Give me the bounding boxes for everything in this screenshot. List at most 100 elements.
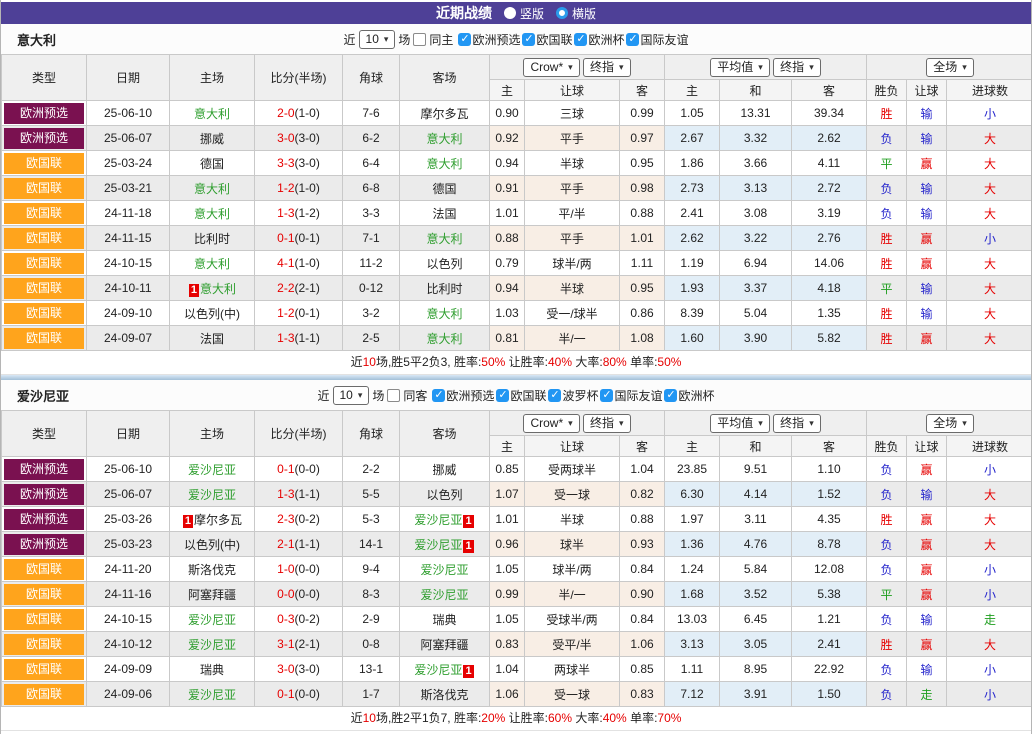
rounds-select[interactable]: 10▾ <box>359 30 396 49</box>
away-team-name: 法国 <box>432 207 456 221</box>
avg-home-cell: 2.67 <box>665 126 720 151</box>
odds-handicap-cell: 半球 <box>525 276 620 301</box>
summary-segment: 近 <box>351 711 363 725</box>
fulltime-score: 1-2 <box>277 306 294 320</box>
league-filter[interactable]: ✓欧洲预选 <box>458 31 520 48</box>
league-filter-label: 国际友谊 <box>640 31 688 48</box>
result-goals-cell: 小 <box>947 557 1032 582</box>
avg-away-cell: 1.10 <box>792 457 867 482</box>
odds-handicap-cell: 受平/半 <box>525 632 620 657</box>
same-venue-checkbox[interactable] <box>413 33 426 46</box>
corners-cell: 1-7 <box>343 682 400 707</box>
checkbox-checked-icon[interactable]: ✓ <box>574 33 587 46</box>
radio-icon[interactable] <box>504 7 516 19</box>
league-filter[interactable]: ✓欧洲预选 <box>432 387 494 404</box>
odds-away-cell: 1.08 <box>620 326 665 351</box>
checkbox-checked-icon[interactable]: ✓ <box>548 389 561 402</box>
odds-away-cell: 0.86 <box>620 301 665 326</box>
league-type-badge: 欧国联 <box>4 278 84 299</box>
avg-away-cell: 1.21 <box>792 607 867 632</box>
avg-home-cell: 2.62 <box>665 226 720 251</box>
rounds-select[interactable]: 10▾ <box>333 386 370 405</box>
summary-segment: 10 <box>363 355 376 369</box>
checkbox-checked-icon[interactable]: ✓ <box>496 389 509 402</box>
col-result-goals: 进球数 <box>947 80 1032 101</box>
fulltime-score: 1-3 <box>277 331 294 345</box>
home-team-name: 意大利 <box>194 207 230 221</box>
checkbox-checked-icon[interactable]: ✓ <box>432 389 445 402</box>
average-select[interactable]: 平均值▾ <box>710 58 770 77</box>
near-label: 近 <box>344 31 356 48</box>
horizontal-layout-radio[interactable]: 横版 <box>556 5 596 22</box>
home-team-cell: 爱沙尼亚 <box>170 632 255 657</box>
match-row: 欧国联 24-10-15 爱沙尼亚 0-3(0-2) 2-9 瑞典 1.05 受… <box>2 607 1032 632</box>
result-wdl-cell: 负 <box>867 657 907 682</box>
same-venue-checkbox[interactable] <box>387 389 400 402</box>
league-filter[interactable]: ✓国际友谊 <box>626 31 688 48</box>
result-handicap-cell: 走 <box>907 682 947 707</box>
checkbox-checked-icon[interactable]: ✓ <box>458 33 471 46</box>
avg-away-cell: 4.18 <box>792 276 867 301</box>
match-row: 欧洲预选 25-06-07 爱沙尼亚 1-3(1-1) 5-5 以色列 1.07… <box>2 482 1032 507</box>
halftime-score: (1-1) <box>295 537 320 551</box>
col-home: 主场 <box>170 55 255 101</box>
radio-selected-icon[interactable] <box>556 7 568 19</box>
avg-away-cell: 39.34 <box>792 101 867 126</box>
home-team-cell: 爱沙尼亚 <box>170 682 255 707</box>
league-type-badge: 欧国联 <box>4 153 84 174</box>
league-filter[interactable]: ✓国际友谊 <box>600 387 662 404</box>
score-cell: 2-1(1-1) <box>255 532 343 557</box>
match-date: 24-10-12 <box>87 632 170 657</box>
league-filter[interactable]: ✓欧国联 <box>522 31 572 48</box>
bookmaker-select[interactable]: Crow*▾ <box>523 414 579 433</box>
home-team-cell: 爱沙尼亚 <box>170 482 255 507</box>
away-team-name: 爱沙尼亚 <box>414 513 462 527</box>
odds-group-header: Crow*▾ 终指▾ <box>490 411 665 436</box>
checkbox-checked-icon[interactable]: ✓ <box>664 389 677 402</box>
col-result-handicap: 让球 <box>907 436 947 457</box>
col-result-goals: 进球数 <box>947 436 1032 457</box>
result-handicap-cell: 输 <box>907 607 947 632</box>
score-cell: 3-3(3-0) <box>255 151 343 176</box>
avg-away-cell: 4.11 <box>792 151 867 176</box>
away-team-cell: 爱沙尼亚1 <box>400 532 490 557</box>
scope-select[interactable]: 全场▾ <box>926 414 974 433</box>
scope-select[interactable]: 全场▾ <box>926 58 974 77</box>
league-filter[interactable]: ✓欧洲杯 <box>664 387 714 404</box>
corners-cell: 6-8 <box>343 176 400 201</box>
average-stage-select[interactable]: 终指▾ <box>773 58 821 77</box>
average-select[interactable]: 平均值▾ <box>710 414 770 433</box>
odds-stage-select[interactable]: 终指▾ <box>583 58 631 77</box>
away-team-name: 爱沙尼亚 <box>414 663 462 677</box>
league-type-badge: 欧洲预选 <box>4 459 84 480</box>
summary-segment: 场,胜2平1负7, 胜率: <box>376 711 481 725</box>
away-team-name: 瑞典 <box>432 613 456 627</box>
avg-draw-cell: 3.13 <box>720 176 792 201</box>
league-filter[interactable]: ✓欧国联 <box>496 387 546 404</box>
avg-away-cell: 22.92 <box>792 657 867 682</box>
col-result-wdl: 胜负 <box>867 80 907 101</box>
odds-handicap-cell: 半球 <box>525 151 620 176</box>
league-filter[interactable]: ✓波罗杯 <box>548 387 598 404</box>
fulltime-score: 2-0 <box>277 106 294 120</box>
bookmaker-select[interactable]: Crow*▾ <box>523 58 579 77</box>
checkbox-checked-icon[interactable]: ✓ <box>600 389 613 402</box>
league-filter[interactable]: ✓欧洲杯 <box>574 31 624 48</box>
away-team-name: 阿塞拜疆 <box>420 638 468 652</box>
col-type: 类型 <box>2 411 87 457</box>
result-wdl-cell: 负 <box>867 482 907 507</box>
avg-home-cell: 2.73 <box>665 176 720 201</box>
score-cell: 0-1(0-0) <box>255 682 343 707</box>
checkbox-checked-icon[interactable]: ✓ <box>522 33 535 46</box>
col-home: 主场 <box>170 411 255 457</box>
checkbox-checked-icon[interactable]: ✓ <box>626 33 639 46</box>
home-team-name: 意大利 <box>194 182 230 196</box>
average-stage-select[interactable]: 终指▾ <box>773 414 821 433</box>
avg-draw-cell: 3.52 <box>720 582 792 607</box>
league-type-badge: 欧洲预选 <box>4 128 84 149</box>
result-handicap-cell: 赢 <box>907 226 947 251</box>
league-filter-label: 欧洲预选 <box>446 387 494 404</box>
fulltime-score: 3-0 <box>277 131 294 145</box>
vertical-layout-radio[interactable]: 竖版 <box>504 5 544 22</box>
odds-stage-select[interactable]: 终指▾ <box>583 414 631 433</box>
